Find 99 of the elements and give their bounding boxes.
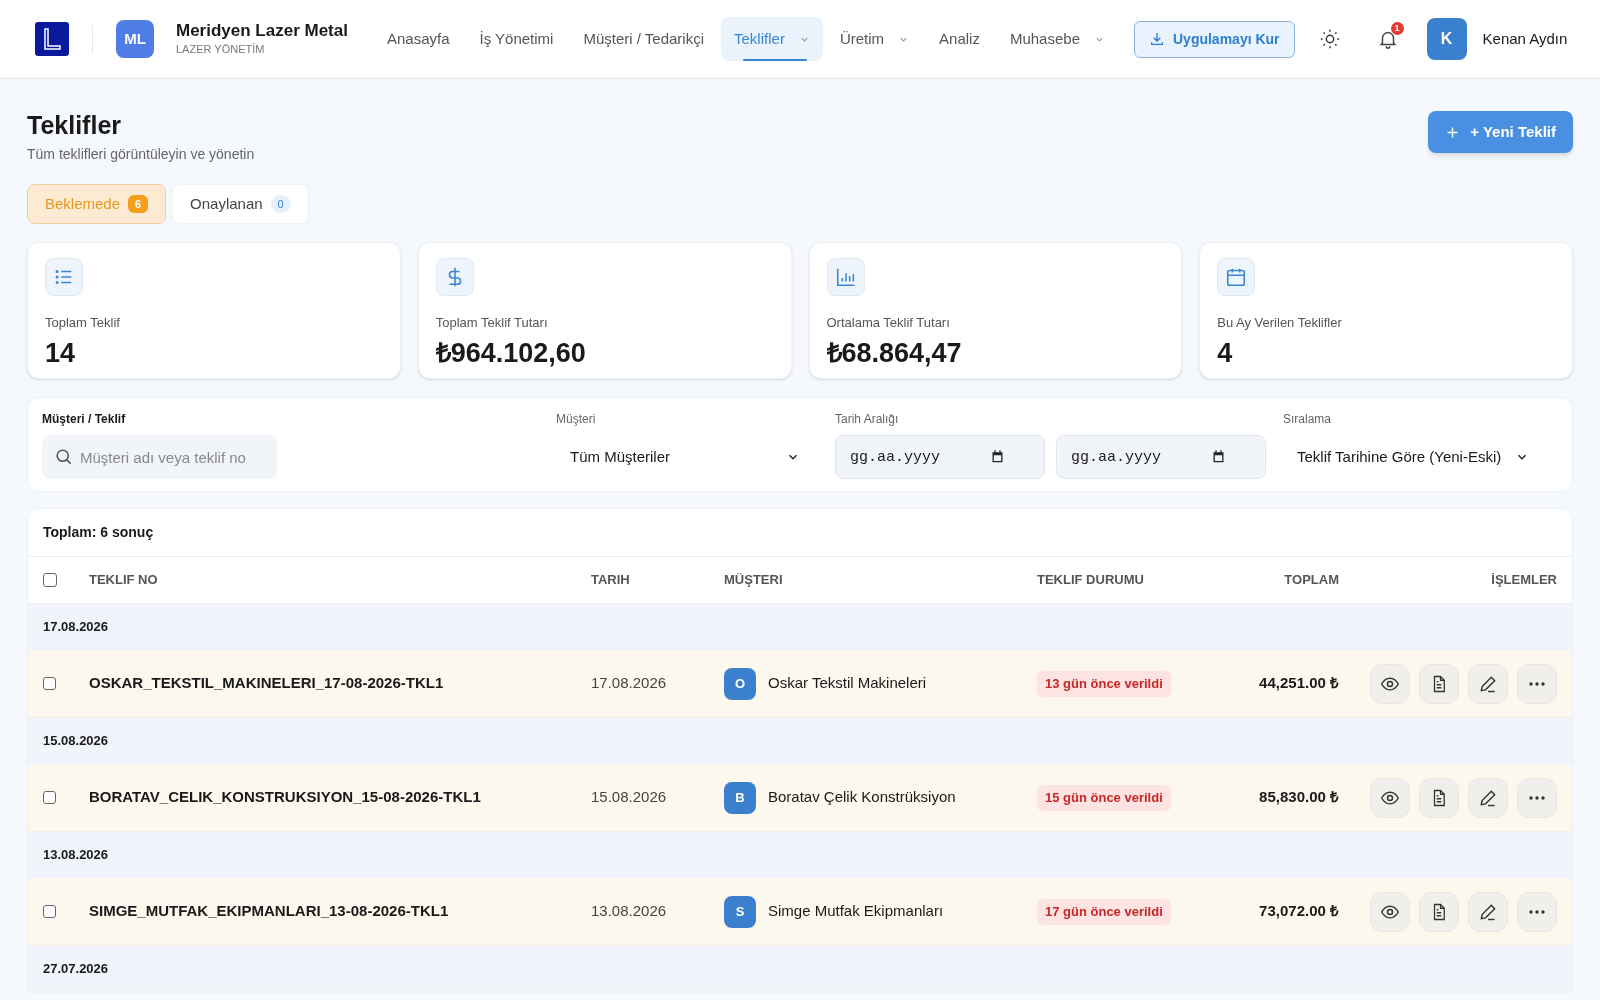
list-icon <box>45 258 83 296</box>
customer-avatar: O <box>724 667 756 700</box>
status-badge: 13 gün önce verildi <box>1037 670 1171 697</box>
column-header: TEKLIF NO <box>89 571 159 590</box>
stat-value: ₺964.102,60 <box>435 336 587 369</box>
theme-toggle-sun-icon[interactable] <box>1318 28 1341 50</box>
quote-number: BORATAV_CELIK_KONSTRUKSIYON_15-08-2026-TKL1 <box>89 787 482 808</box>
row-checkbox[interactable] <box>43 677 56 690</box>
more-button[interactable] <box>1517 777 1557 818</box>
quote-number: SIMGE_MUTFAK_EKIPMANLARI_13-08-2026-TKL1 <box>89 901 450 922</box>
view-button[interactable] <box>1370 777 1410 818</box>
stat-label: Toplam Teklif <box>45 314 121 332</box>
nav-tab[interactable]: İş Yönetimi <box>466 17 567 61</box>
status-badge: 15 gün önce verildi <box>1037 784 1171 811</box>
user-avatar[interactable]: K <box>1426 18 1467 60</box>
brand-name: Meridyen Lazer Metal <box>176 21 348 41</box>
nav-tab[interactable]: Müşteri / Tedarikçi <box>570 17 718 61</box>
column-header: TEKLIF DURUMU <box>1037 571 1145 590</box>
search-label: Müşteri / Teklif <box>42 411 127 428</box>
user-name[interactable]: Kenan Aydın <box>1482 27 1568 51</box>
pencil-icon <box>1478 901 1498 922</box>
nav-tab[interactable]: Analiz <box>926 17 993 61</box>
document-button[interactable] <box>1419 663 1459 704</box>
table-row[interactable]: SIMGE_MUTFAK_EKIPMANLARI_13-08-2026-TKL1 13.08.2026 S Simge Mutfak Ekipmanları 17 gün önce verildi 73,072.00 ₺ <box>28 878 1572 946</box>
column-header: TOPLAM <box>1283 571 1339 590</box>
quote-date: 13.08.2026 <box>591 901 668 922</box>
dollar-icon <box>435 258 474 296</box>
table-row[interactable]: BORATAV_CELIK_KONSTRUKSIYON_15-08-2026-TKL1 15.08.2026 B Boratav Çelik Konstrüksiyon 15 gün önce verildi 85,830.00 ₺ <box>28 764 1572 832</box>
sort-label: Sıralama <box>1283 411 1333 428</box>
date-range-label: Tarih Aralığı <box>835 411 900 428</box>
customer-filter-label: Müşteri <box>556 411 597 428</box>
calendar-icon <box>1217 258 1256 296</box>
group-date: 27.07.2026 <box>43 959 109 978</box>
calendar-icon <box>990 449 1005 464</box>
brand-subtitle: LAZER YÖNETİM <box>176 42 266 57</box>
document-button[interactable] <box>1419 891 1459 932</box>
status-badge: 17 gün önce verildi <box>1037 898 1171 925</box>
stat-value: ₺68.864,47 <box>826 336 963 369</box>
quote-total: 73,072.00 ₺ <box>1258 901 1339 922</box>
status-tab[interactable]: Onaylanan 0 <box>172 184 309 224</box>
notification-count-badge: 1 <box>1390 22 1404 35</box>
search-field[interactable]: Müşteri adı veya teklif no <box>42 435 277 479</box>
pencil-icon <box>1478 673 1498 694</box>
more-button[interactable] <box>1517 663 1557 704</box>
group-date: 15.08.2026 <box>43 731 109 750</box>
more-icon <box>1528 680 1546 687</box>
result-count: Toplam: 6 sonuç <box>43 523 154 542</box>
start-date-field[interactable]: gg.aa.yyyy <box>835 435 1045 479</box>
view-button[interactable] <box>1370 891 1410 932</box>
customer-name: Simge Mutfak Ekipmanları <box>768 901 944 922</box>
edit-button[interactable] <box>1468 891 1508 932</box>
page-subtitle: Tüm teklifleri görüntüleyin ve yönetin <box>27 145 255 164</box>
customer-name: Oskar Tekstil Makineleri <box>768 673 927 694</box>
stat-label: Ortalama Teklif Tutarı <box>826 314 951 332</box>
app-logo[interactable] <box>35 22 69 56</box>
stat-value: 14 <box>45 336 77 369</box>
stat-label: Toplam Teklif Tutarı <box>435 314 549 332</box>
sort-select[interactable]: Teklif Tarihine Göre (Yeni-Eski) <box>1283 435 1544 479</box>
select-all-checkbox[interactable] <box>43 573 57 587</box>
edit-button[interactable] <box>1468 777 1508 818</box>
stat-value: 4 <box>1217 336 1234 369</box>
bar-chart-icon <box>826 258 865 296</box>
customer-select[interactable]: Tüm Müşteriler <box>556 435 814 479</box>
count-badge: 6 <box>128 195 149 213</box>
edit-button[interactable] <box>1468 663 1508 704</box>
table-row[interactable]: OSKAR_TEKSTIL_MAKINELERI_17-08-2026-TKL1 17.08.2026 O Oskar Tekstil Makineleri 13 gün önce verildi 44,251.00 ₺ <box>28 650 1572 718</box>
customer-avatar: S <box>724 895 756 928</box>
pencil-icon <box>1478 787 1498 808</box>
customer-name: Boratav Çelik Konstrüksiyon <box>768 787 956 808</box>
group-date: 13.08.2026 <box>43 845 109 864</box>
column-header: İŞLEMLER <box>1490 571 1557 590</box>
page-title: Teklifler <box>27 110 123 141</box>
customer-avatar: B <box>724 781 756 814</box>
row-checkbox[interactable] <box>43 791 56 804</box>
search-icon <box>54 447 73 466</box>
install-app-button[interactable]: Uygulamayı Kur <box>1134 20 1295 58</box>
more-button[interactable] <box>1517 891 1557 932</box>
group-date: 17.08.2026 <box>43 617 109 636</box>
quote-date: 15.08.2026 <box>591 787 668 808</box>
count-badge: 0 <box>270 195 291 213</box>
column-header: MÜŞTERI <box>724 571 784 590</box>
view-button[interactable] <box>1370 663 1410 704</box>
quote-total: 44,251.00 ₺ <box>1258 673 1339 694</box>
quote-total: 85,830.00 ₺ <box>1258 787 1339 808</box>
nav-tab[interactable]: Üretim <box>826 17 923 61</box>
more-icon <box>1528 908 1546 915</box>
end-date-field[interactable]: gg.aa.yyyy <box>1056 435 1266 479</box>
stat-label: Bu Ay Verilen Teklifler <box>1217 314 1343 332</box>
brand-avatar: ML <box>116 20 154 58</box>
quote-number: OSKAR_TEKSTIL_MAKINELERI_17-08-2026-TKL1 <box>89 673 445 694</box>
more-icon <box>1528 794 1546 801</box>
nav-tab[interactable]: Anasayfa <box>373 17 463 61</box>
download-icon <box>1149 31 1165 47</box>
row-checkbox[interactable] <box>43 905 56 918</box>
quote-date: 17.08.2026 <box>591 673 668 694</box>
document-button[interactable] <box>1419 777 1459 818</box>
column-header: TARIH <box>591 571 631 590</box>
calendar-icon <box>1211 449 1226 464</box>
nav-tab[interactable]: Muhasebe <box>996 17 1118 61</box>
